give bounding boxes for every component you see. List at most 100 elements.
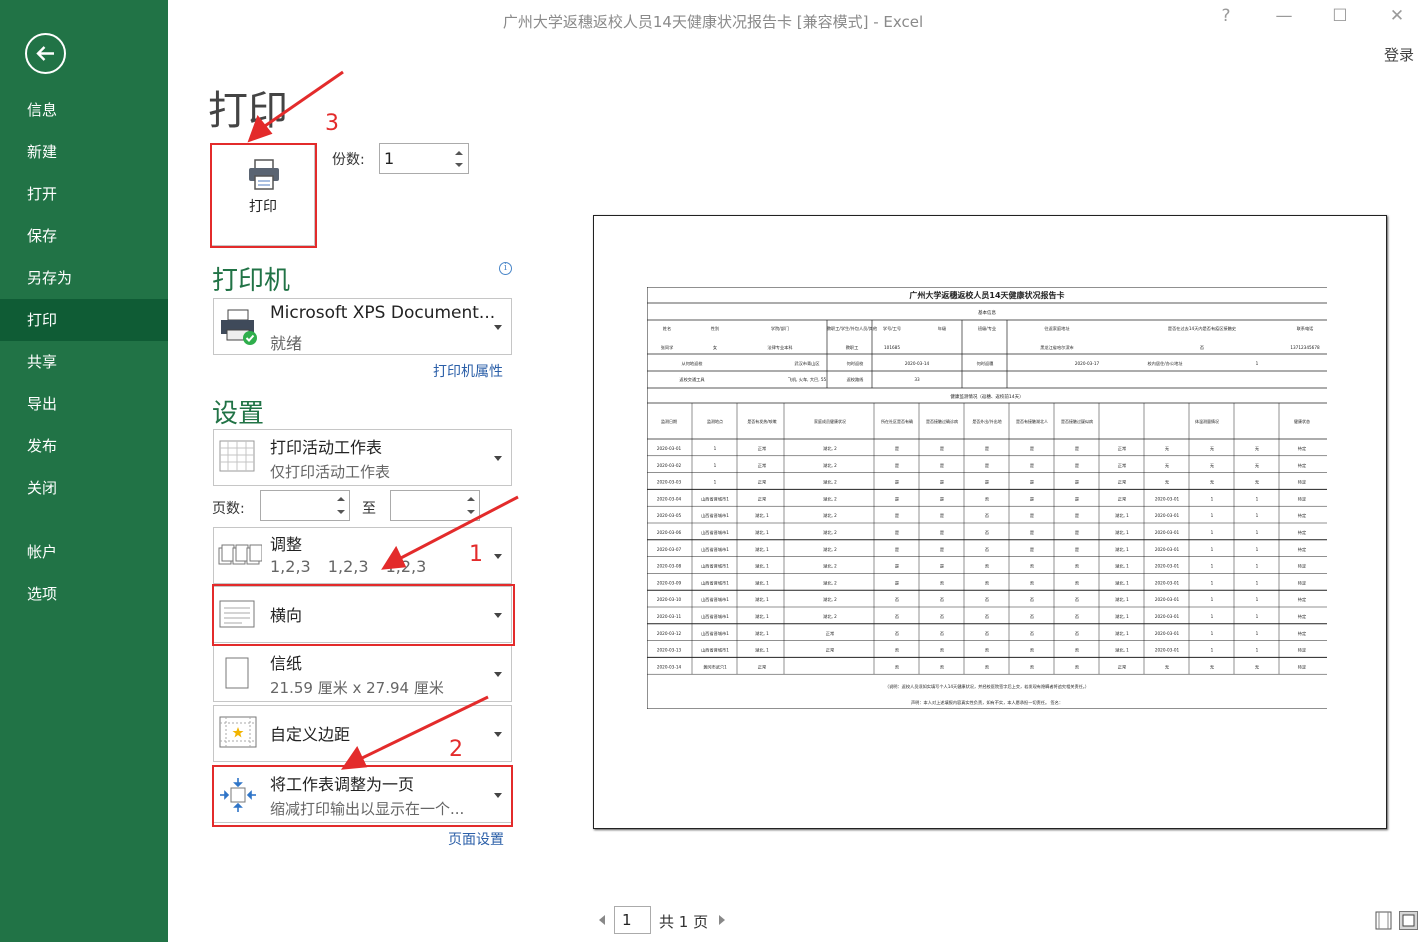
orientation-dropdown[interactable]: 横向	[213, 586, 512, 643]
sheet-data-cell: 是	[985, 463, 990, 469]
pages-to-stepper[interactable]	[390, 490, 480, 521]
print-preview-page: 广州大学返穗返校人员14天健康状况报告卡 基本信息 姓名 性别 学院/部门 教职工/学生/…	[593, 215, 1387, 829]
copies-input[interactable]	[384, 147, 450, 170]
sheet-info-value: 法律专业本科	[767, 344, 793, 351]
page-setup-link[interactable]: 页面设置	[448, 829, 504, 849]
nav-account[interactable]: 帐户	[0, 531, 168, 573]
sheet-data-cell: 山西省晋城市1	[701, 512, 729, 519]
previous-page-icon[interactable]	[599, 915, 605, 925]
nav-options[interactable]: 选项	[0, 573, 168, 615]
chevron-down-icon	[494, 325, 502, 330]
nav-save-as[interactable]: 另存为	[0, 257, 168, 299]
printer-dropdown[interactable]: Microsoft XPS Document... 就绪	[213, 298, 512, 355]
sheet-basic-info-header: 基本信息	[978, 309, 996, 316]
nav-share[interactable]: 共享	[0, 341, 168, 383]
pages-to-down-icon[interactable]	[466, 507, 476, 517]
sheet-data-cell: 否	[985, 648, 989, 654]
printer-status: 就绪	[270, 334, 303, 353]
nav-save[interactable]: 保存	[0, 215, 168, 257]
sheet-info-value: 13712345678	[1290, 345, 1320, 350]
sheet-data-cell: 是	[940, 530, 945, 536]
sheet-data-cell: 否	[1075, 648, 1079, 654]
sheet-data-cell: 待定	[1298, 546, 1306, 553]
pages-from-up-icon[interactable]	[336, 494, 346, 504]
sheet-data-cell: 2020-03-01	[1155, 597, 1180, 602]
nav-print[interactable]: 打印	[0, 299, 168, 341]
nav-new[interactable]: 新建	[0, 131, 168, 173]
sheet-data-cell: 无	[1255, 480, 1259, 486]
scaling-dropdown[interactable]: 将工作表调整为一页 缩减打印输出以显示在一个...	[213, 766, 512, 823]
copies-down-icon[interactable]	[453, 159, 465, 171]
sheet-column-header: 是否有接触湖北人	[1016, 418, 1048, 424]
sheet-data-cell: 待定	[1298, 445, 1306, 452]
close-button[interactable]: ✕	[1382, 6, 1412, 26]
sheet-info-label: 姓名	[663, 325, 671, 332]
sheet-data-cell: 否	[895, 614, 899, 620]
show-margins-icon[interactable]	[1374, 911, 1393, 930]
printer-device-icon	[221, 309, 257, 345]
sheet-title: 广州大学返穗返校人员14天健康状况报告卡	[909, 290, 1064, 300]
sheet-data-cell: 正常	[758, 445, 766, 452]
sheet-data-cell: 是	[895, 446, 900, 452]
sheet-info-cell: 2020-03-17	[1075, 361, 1100, 366]
chevron-down-icon	[494, 672, 502, 677]
pages-to-input[interactable]	[394, 494, 464, 517]
landscape-page-icon	[219, 600, 255, 628]
print-scope-dropdown[interactable]: 打印活动工作表 仅打印活动工作表	[213, 429, 512, 486]
sheet-data-cell: 是	[940, 480, 945, 486]
paper-icon	[225, 657, 249, 689]
printer-name: Microsoft XPS Document...	[270, 303, 496, 323]
sheet-data-cell: 无	[1255, 664, 1259, 670]
nav-export[interactable]: 导出	[0, 383, 168, 425]
help-button[interactable]: ?	[1211, 6, 1241, 26]
sheet-data-cell: 是	[940, 564, 945, 570]
sheet-data-cell: 否	[1075, 597, 1079, 603]
next-page-icon[interactable]	[719, 915, 725, 925]
sheet-data-cell: 是	[1075, 446, 1080, 452]
paper-size-dropdown[interactable]: 信纸 21.59 厘米 x 27.94 厘米	[213, 645, 512, 702]
sheet-data-cell: 是	[1030, 480, 1035, 486]
minimize-button[interactable]: —	[1269, 6, 1299, 26]
sheet-info-cell: 2020-03-14	[905, 361, 930, 366]
sheet-column-header: 是否接触过疑似病	[1061, 418, 1093, 424]
sheet-data-cell: 正常	[758, 495, 766, 502]
sheet-data-cell: 正常	[1118, 495, 1126, 502]
nav-open[interactable]: 打开	[0, 173, 168, 215]
sheet-data-cell: 1	[1256, 648, 1259, 653]
pages-label: 页数:	[212, 501, 245, 517]
sheet-info-label: 是否在过去14天内是否有疫区接触史	[1168, 325, 1237, 332]
print-button[interactable]: 打印	[211, 144, 315, 246]
back-button[interactable]	[25, 33, 66, 74]
login-link[interactable]: 登录	[1384, 44, 1414, 65]
sheet-data-cell: 1	[1256, 597, 1259, 602]
sheet-info-label: 班级/专业	[978, 325, 996, 332]
sheet-info-cell: 从何地返校	[682, 360, 704, 367]
nav-publish[interactable]: 发布	[0, 425, 168, 467]
margins-dropdown[interactable]: 自定义边距	[213, 705, 512, 762]
pages-from-input[interactable]	[264, 494, 334, 517]
sheet-data-cell: 是	[985, 480, 990, 486]
sheet-info-value: 教职工	[846, 344, 859, 351]
nav-info[interactable]: 信息	[0, 89, 168, 131]
sheet-declaration: 声明：本人对上述填报内容真实性负责，如有不实，本人愿承担一切责任。 签名：	[911, 699, 1063, 706]
copies-up-icon[interactable]	[453, 147, 465, 159]
sheet-data-cell: 湖北, 2	[823, 479, 837, 486]
sheet-data-cell: 1	[1256, 564, 1259, 569]
sheet-data-cell: 湖北, 1	[1115, 596, 1129, 603]
pages-to-up-icon[interactable]	[466, 494, 476, 504]
maximize-button[interactable]: ☐	[1325, 6, 1355, 26]
pages-from-stepper[interactable]	[260, 490, 350, 521]
nav-close[interactable]: 关闭	[0, 467, 168, 509]
backstage-sidebar: 信息 新建 打开 保存 另存为 打印 共享 导出 发布 关闭 帐户 选项	[0, 0, 168, 942]
pages-from-down-icon[interactable]	[336, 507, 346, 517]
sheet-data-cell: 否	[1075, 614, 1079, 620]
sheet-data-cell: 是	[895, 513, 900, 519]
current-page-input[interactable]	[614, 906, 651, 934]
sheet-info-label: 学院/部门	[771, 325, 789, 332]
sheet-data-cell: 否	[1030, 580, 1034, 586]
sheet-data-cell: 2020-03-01	[1155, 580, 1180, 585]
info-icon[interactable]: i	[499, 262, 512, 275]
sheet-data-cell: 无	[1165, 664, 1169, 670]
zoom-to-page-icon[interactable]	[1399, 911, 1418, 930]
printer-properties-link[interactable]: 打印机属性	[433, 361, 503, 381]
